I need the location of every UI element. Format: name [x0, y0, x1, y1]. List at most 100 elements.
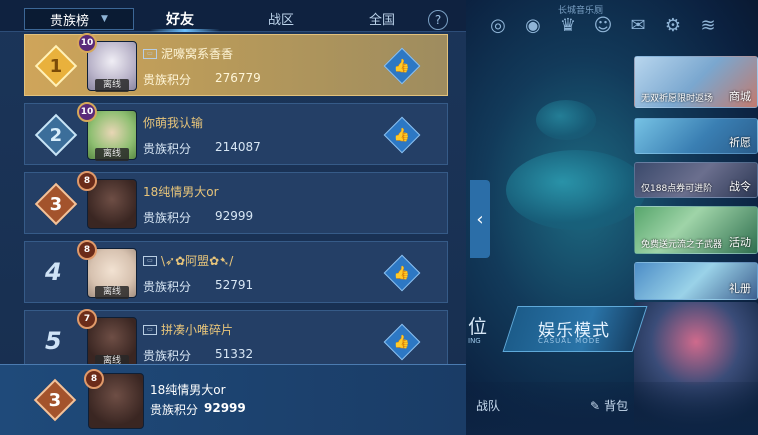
rank-number: 2	[49, 124, 63, 146]
my-rank-row: 3 8 18纯情男大or 贵族积分 92999	[0, 364, 466, 435]
team-label: 战队	[476, 399, 501, 413]
leaderboard-row[interactable]: 1 10 离线 ▭ 泥嚎窝系香香 贵族积分 276779 👍	[24, 33, 448, 96]
my-player-name: 18纯情男大or	[150, 383, 226, 397]
score-value: 52791	[215, 278, 254, 292]
flag-icon: ▭	[143, 324, 157, 335]
shop-panel[interactable]: 无双祈愿限时返场 商城	[634, 56, 758, 108]
player-name: \➶✿阿盟✿➷/	[161, 254, 234, 268]
score-label: 贵族积分	[143, 73, 192, 87]
leaderboard-tabbar: 贵族榜 ▼ 好友 战区 全国 ?	[0, 0, 466, 32]
noble-level-badge: 8	[77, 171, 97, 191]
battle-pass-label: 战令	[729, 180, 751, 193]
score-value: 214087	[215, 140, 261, 154]
like-button[interactable]: 👍	[383, 323, 421, 361]
leaderboard-type-dropdown[interactable]: 贵族榜 ▼	[24, 8, 134, 30]
chevron-left-icon: ‹	[476, 208, 484, 230]
thumbs-up-icon: 👍	[393, 265, 411, 281]
rank-badge-silver: 2	[34, 113, 78, 157]
active-tab-indicator	[150, 29, 220, 32]
score-value: 92999	[215, 209, 254, 223]
score-label: 贵族积分	[143, 211, 192, 225]
like-button[interactable]: 👍	[383, 254, 421, 292]
score-label: 贵族积分	[143, 349, 192, 363]
like-button[interactable]: 👍	[383, 116, 421, 154]
events-label: 活动	[729, 236, 751, 249]
tab-friends[interactable]: 好友	[166, 9, 194, 29]
wifi-icon: ≋	[700, 14, 716, 36]
thumbs-up-icon: 👍	[393, 127, 411, 143]
my-score-value: 92999	[204, 401, 246, 415]
my-rank-number: 3	[48, 389, 62, 411]
rank-number: 1	[49, 55, 63, 77]
leaderboard-row[interactable]: 4 8 离线 ▭ \➶✿阿盟✿➷/ 贵族积分 52791 👍	[24, 240, 448, 303]
score-label: 贵族积分	[143, 142, 192, 156]
rank-number: 4	[45, 258, 62, 286]
events-panel[interactable]: 免费送元流之子武器 活动	[634, 206, 758, 254]
collapse-panel-button[interactable]: ‹	[470, 180, 490, 258]
gift-book-panel[interactable]: 礼册	[634, 262, 758, 300]
rank-badge-bronze: 3	[33, 378, 77, 422]
score-label: 贵族积分	[143, 280, 192, 294]
flag-icon: ▭	[143, 48, 157, 59]
leaderboard-row[interactable]: 3 8 18纯情男大or 贵族积分 92999	[24, 171, 448, 234]
rank-badge-gold: 1	[34, 44, 78, 88]
leaderboard-row[interactable]: 5 7 离线 ▭ 拼凑小唯碎片 贵族积分 51332 👍	[24, 309, 448, 372]
tab-region[interactable]: 战区	[268, 9, 294, 28]
mail-icon[interactable]: ✉	[626, 13, 650, 37]
thumbs-up-icon: 👍	[393, 334, 411, 350]
flag-icon: ▭	[143, 255, 157, 266]
casual-mode-sublabel: CASUAL MODE	[538, 337, 601, 345]
score-value: 276779	[215, 71, 261, 85]
score-value: 51332	[215, 347, 254, 361]
lobby-top-toolbar: ◎ ◉ ♛ ☺ ✉ ⚙ ≋	[476, 8, 758, 42]
team-button[interactable]: 战队	[476, 397, 500, 414]
noble-level-badge: 7	[77, 309, 97, 329]
player-name: 拼凑小唯碎片	[161, 323, 234, 337]
events-caption: 免费送元流之子武器	[641, 240, 723, 250]
shop-label: 商城	[729, 90, 751, 103]
trophy-icon[interactable]: ♛	[556, 13, 580, 37]
friends-icon[interactable]: ☺	[591, 13, 615, 37]
offline-status: 离线	[95, 79, 129, 92]
chevron-down-icon: ▼	[101, 14, 108, 24]
backpack-button[interactable]: ✎ 背包	[590, 397, 628, 414]
backpack-icon: ✎	[590, 398, 601, 413]
whale-art	[506, 150, 646, 230]
help-icon[interactable]: ?	[428, 10, 448, 30]
my-score-label: 贵族积分	[150, 403, 199, 417]
wish-panel[interactable]: 祈愿	[634, 118, 758, 154]
thumbs-up-icon: 👍	[393, 58, 411, 74]
shop-caption: 无双祈愿限时返场	[641, 94, 714, 104]
ranked-mode-sub: ING	[468, 337, 481, 345]
player-name: 泥嚎窝系香香	[161, 47, 234, 61]
wish-label: 祈愿	[729, 136, 751, 149]
player-name-line: 18纯情男大or	[143, 183, 219, 200]
battle-pass-caption: 仅188点券可进阶	[641, 184, 713, 194]
noble-level-badge: 10	[77, 102, 97, 122]
noble-level-badge: 8	[77, 240, 97, 260]
player-name-line: ▭ 拼凑小唯碎片	[143, 321, 233, 338]
eye-icon[interactable]: ◉	[521, 13, 545, 37]
gift-book-label: 礼册	[729, 282, 751, 295]
settings-gear-icon[interactable]: ⚙	[661, 13, 685, 37]
rank-number: 3	[49, 193, 63, 215]
target-icon[interactable]: ◎	[486, 13, 510, 37]
player-name-line: 你萌我认输	[143, 114, 203, 131]
whale-art-small	[536, 100, 596, 140]
my-noble-level-badge: 8	[84, 369, 104, 389]
battle-pass-panel[interactable]: 仅188点券可进阶 战令	[634, 162, 758, 198]
player-name: 18纯情男大or	[143, 185, 219, 199]
tab-national[interactable]: 全国	[369, 9, 395, 28]
offline-status: 离线	[95, 148, 129, 161]
offline-status: 离线	[95, 286, 129, 299]
like-button[interactable]: 👍	[383, 47, 421, 85]
player-name-line: ▭ 泥嚎窝系香香	[143, 45, 233, 62]
player-name-line: ▭ \➶✿阿盟✿➷/	[143, 252, 233, 269]
rank-number: 5	[45, 327, 62, 355]
rank-badge-bronze: 3	[34, 182, 78, 226]
dropdown-label: 贵族榜	[50, 13, 90, 29]
noble-level-badge: 10	[77, 33, 97, 53]
player-name: 你萌我认输	[143, 116, 204, 130]
ranked-mode-label[interactable]: 位	[468, 312, 487, 339]
leaderboard-row[interactable]: 2 10 离线 你萌我认输 贵族积分 214087 👍	[24, 102, 448, 165]
